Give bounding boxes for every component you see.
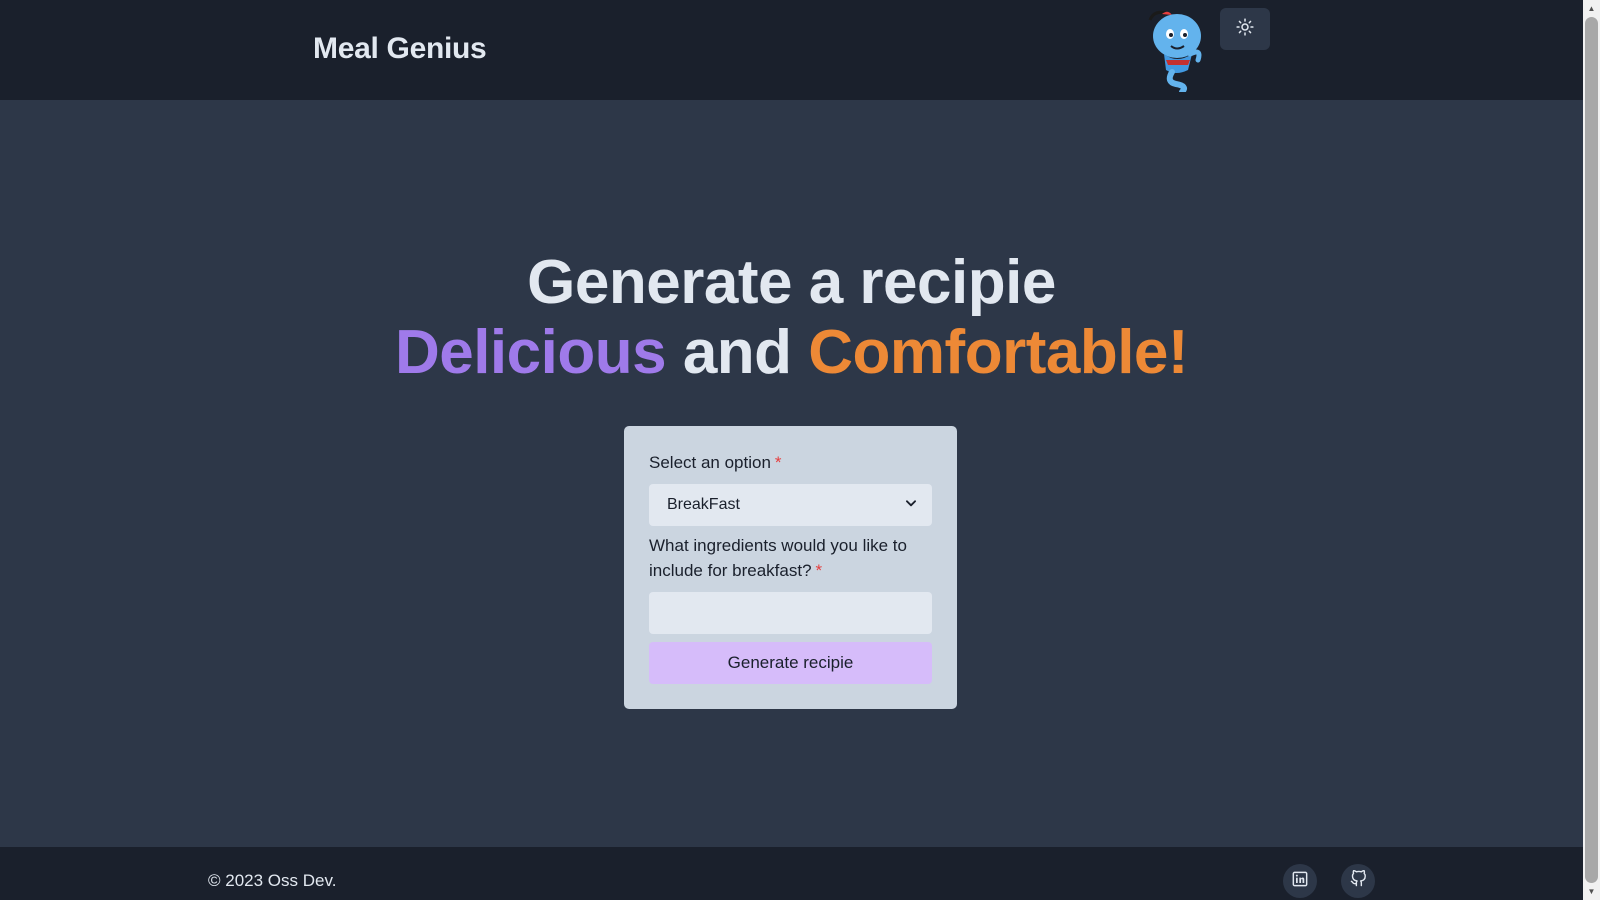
recipe-form-card: Select an option * BreakFast What ingredi… xyxy=(624,426,957,709)
top-nav: Meal Genius xyxy=(0,0,1583,100)
page-scrollbar[interactable]: ▲ ▼ xyxy=(1583,0,1600,900)
theme-toggle-button[interactable] xyxy=(1220,8,1270,50)
meal-type-select[interactable]: BreakFast xyxy=(649,484,932,526)
page: Meal Genius Generate a recipie Delicious… xyxy=(0,0,1600,900)
meal-select-label: Select an option * xyxy=(649,450,782,475)
scroll-down-icon[interactable]: ▼ xyxy=(1583,883,1600,900)
linkedin-link[interactable] xyxy=(1283,864,1317,898)
footer: © 2023 Oss Dev. xyxy=(0,847,1583,900)
hero-word-and: and xyxy=(682,318,792,387)
required-asterisk: * xyxy=(774,453,782,472)
meal-select-label-text: Select an option xyxy=(649,453,771,472)
chevron-down-icon xyxy=(904,496,918,515)
github-icon xyxy=(1350,869,1367,892)
required-asterisk: * xyxy=(815,561,823,580)
ingredients-input[interactable] xyxy=(649,592,932,634)
hero-headline: Generate a recipie Delicious and Comfort… xyxy=(0,248,1583,388)
scrollbar-thumb[interactable] xyxy=(1585,17,1598,883)
sun-icon xyxy=(1236,17,1254,41)
copyright-text: © 2023 Oss Dev. xyxy=(208,871,337,890)
hero-word-delicious: Delicious xyxy=(394,318,667,387)
hero-line-1: Generate a recipie xyxy=(527,248,1056,317)
main-content: Generate a recipie Delicious and Comfort… xyxy=(0,100,1583,847)
brand-title[interactable]: Meal Genius xyxy=(313,32,487,66)
generate-recipe-button[interactable]: Generate recipie xyxy=(649,642,932,684)
genie-mascot-icon xyxy=(1144,8,1206,95)
scroll-up-icon[interactable]: ▲ xyxy=(1583,0,1600,17)
ingredients-label: What ingredients would you like to inclu… xyxy=(649,533,939,583)
github-link[interactable] xyxy=(1341,864,1375,898)
meal-type-selected-value: BreakFast xyxy=(667,496,740,513)
linkedin-icon xyxy=(1292,871,1308,892)
ingredients-label-text: What ingredients would you like to inclu… xyxy=(649,536,907,580)
hero-word-comfortable: Comfortable! xyxy=(808,318,1189,387)
